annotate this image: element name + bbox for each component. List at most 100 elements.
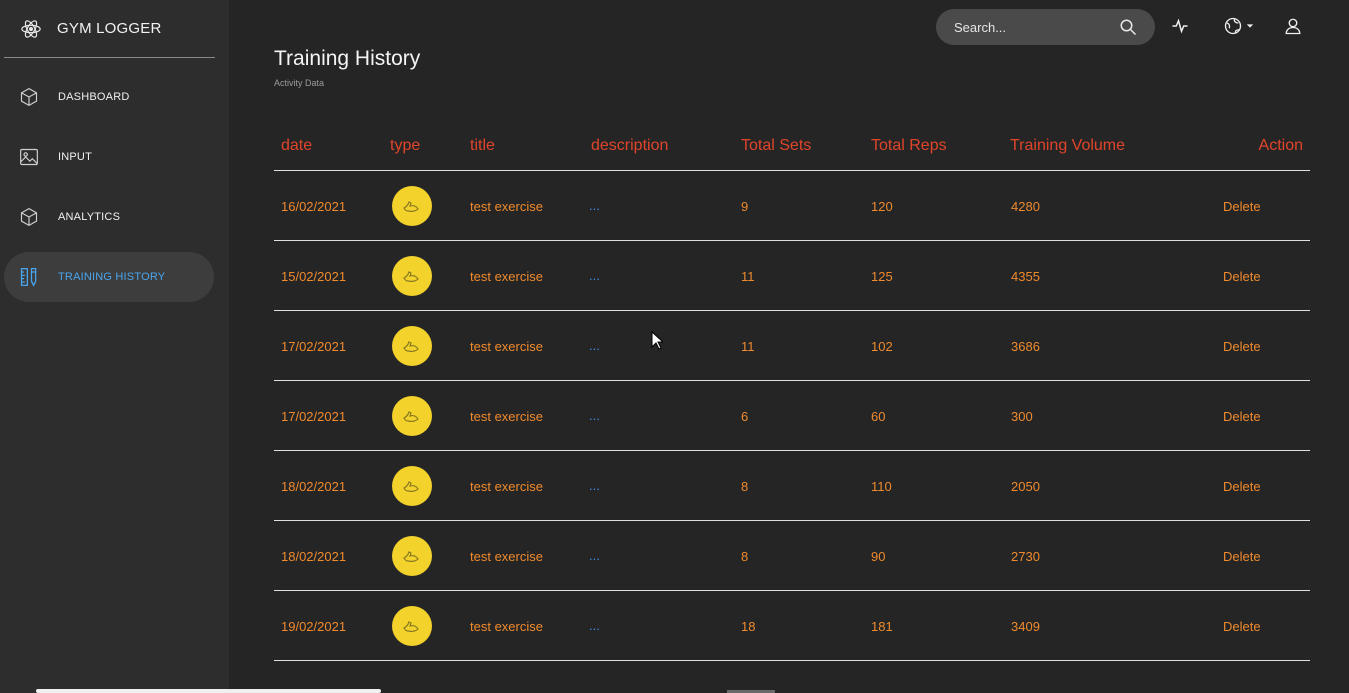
column-header-training-volume[interactable]: Training Volume <box>1010 137 1125 155</box>
table-header: date type title description Total Sets T… <box>274 120 1310 171</box>
image-icon <box>18 146 40 168</box>
cell-training-volume: 3409 <box>1011 619 1040 634</box>
table-row: 16/02/2021 test exercise... 9 120 4280 Delete <box>274 171 1310 241</box>
delete-button[interactable]: Delete <box>1223 199 1261 214</box>
activity-icon[interactable] <box>1170 16 1190 36</box>
cell-total-sets: 18 <box>741 619 756 634</box>
delete-button[interactable]: Delete <box>1223 409 1261 424</box>
cell-total-sets: 8 <box>741 549 749 564</box>
cell-training-volume: 2050 <box>1011 479 1040 494</box>
cell-title: test exercise <box>470 199 543 214</box>
table-body: 16/02/2021 test exercise... 9 120 4280 Delete… <box>274 171 1310 661</box>
cell-training-volume: 2730 <box>1011 549 1040 564</box>
cell-total-sets: 11 <box>741 269 755 284</box>
flexed-arm-icon <box>392 186 432 226</box>
cell-date: 17/02/2021 <box>281 409 347 424</box>
page-title: Training History <box>274 47 421 70</box>
cell-description[interactable]: ... <box>589 548 600 563</box>
cube-icon <box>18 86 40 108</box>
flexed-arm-icon <box>392 536 432 576</box>
column-header-title[interactable]: title <box>470 137 495 155</box>
cell-date: 19/02/2021 <box>281 619 347 634</box>
cell-training-volume: 3686 <box>1011 339 1040 354</box>
delete-button[interactable]: Delete <box>1223 339 1261 354</box>
sidebar-item-input[interactable]: INPUT <box>4 132 214 182</box>
cell-description[interactable]: ... <box>589 198 600 213</box>
column-header-total-reps[interactable]: Total Reps <box>871 137 947 155</box>
cell-description[interactable]: ... <box>589 338 600 353</box>
sidebar-item-analytics[interactable]: ANALYTICS <box>4 192 214 242</box>
cell-total-reps: 110 <box>871 479 892 494</box>
sidebar-item-label: DASHBOARD <box>58 91 130 103</box>
table-row: 18/02/2021 test exercise... 8 90 2730 Delete <box>274 521 1310 591</box>
cell-training-volume: 4280 <box>1011 199 1040 214</box>
cell-total-sets: 9 <box>741 199 749 214</box>
cell-total-sets: 6 <box>741 409 749 424</box>
cell-date: 18/02/2021 <box>281 479 347 494</box>
cube-icon <box>18 206 40 228</box>
sidebar: GYM LOGGER DASHBOARD INPUT ANALYTICS TRA… <box>0 0 229 693</box>
table-row: 15/02/2021 test exercise... 11 125 4355 Delet… <box>274 241 1310 311</box>
cell-title: test exercise <box>470 619 543 634</box>
flexed-arm-icon <box>392 466 432 506</box>
column-header-total-sets[interactable]: Total Sets <box>741 137 811 155</box>
horizontal-scrollbar[interactable] <box>36 689 381 693</box>
mouse-cursor-icon <box>651 331 663 350</box>
delete-button[interactable]: Delete <box>1223 619 1261 634</box>
caret-down-icon <box>1246 24 1254 28</box>
sidebar-nav: DASHBOARD INPUT ANALYTICS TRAINING HISTO… <box>0 72 229 302</box>
column-header-action: Action <box>1258 137 1303 154</box>
search-box[interactable] <box>936 9 1155 45</box>
cell-date: 15/02/2021 <box>281 269 347 284</box>
page-subtitle: Activity Data <box>274 78 325 88</box>
cell-title: test exercise <box>470 269 543 284</box>
cell-title: test exercise <box>470 479 543 494</box>
training-history-table: date type title description Total Sets T… <box>274 120 1310 661</box>
search-input[interactable] <box>954 19 1104 35</box>
flexed-arm-icon <box>392 326 432 366</box>
user-icon[interactable] <box>1283 16 1303 36</box>
cell-total-sets: 11 <box>741 339 755 354</box>
cell-date: 16/02/2021 <box>281 199 347 214</box>
cell-total-reps: 102 <box>871 339 893 354</box>
brand-name: GYM LOGGER <box>57 20 162 37</box>
sidebar-item-label: INPUT <box>58 151 92 163</box>
cell-description[interactable]: ... <box>589 268 600 283</box>
cell-total-reps: 125 <box>871 269 893 284</box>
flexed-arm-icon <box>392 256 432 296</box>
table-row: 17/02/2021 test exercise... 6 60 300 Delete <box>274 381 1310 451</box>
cell-total-reps: 60 <box>871 409 886 424</box>
delete-button[interactable]: Delete <box>1223 479 1261 494</box>
cell-total-reps: 120 <box>871 199 893 214</box>
sidebar-item-label: TRAINING HISTORY <box>58 271 166 283</box>
cell-total-reps: 90 <box>871 549 886 564</box>
cell-title: test exercise <box>470 409 543 424</box>
globe-icon <box>1224 17 1242 35</box>
column-header-description[interactable]: description <box>591 137 668 155</box>
cell-date: 17/02/2021 <box>281 339 347 354</box>
sidebar-item-training-history[interactable]: TRAINING HISTORY <box>4 252 214 302</box>
delete-button[interactable]: Delete <box>1223 549 1261 564</box>
table-row: 17/02/2021 test exercise... 11 102 3686 Delet… <box>274 311 1310 381</box>
ruler-pencil-icon <box>18 266 40 288</box>
flexed-arm-icon <box>392 396 432 436</box>
cell-training-volume: 4355 <box>1011 269 1040 284</box>
table-row: 19/02/2021 test exercise... 18 181 3409 Delet… <box>274 591 1310 661</box>
column-header-type[interactable]: type <box>390 137 420 155</box>
cell-date: 18/02/2021 <box>281 549 347 564</box>
column-header-date[interactable]: date <box>281 137 312 155</box>
table-row: 18/02/2021 test exercise... 8 110 2050 Delete <box>274 451 1310 521</box>
language-dropdown[interactable] <box>1222 16 1256 36</box>
cell-description[interactable]: ... <box>589 408 600 423</box>
cell-total-reps: 181 <box>871 619 893 634</box>
cell-title: test exercise <box>470 339 543 354</box>
cell-total-sets: 8 <box>741 479 749 494</box>
brand[interactable]: GYM LOGGER <box>4 0 215 58</box>
sidebar-item-label: ANALYTICS <box>58 211 121 223</box>
sidebar-item-dashboard[interactable]: DASHBOARD <box>4 72 214 122</box>
search-icon[interactable] <box>1119 18 1137 36</box>
cell-description[interactable]: ... <box>589 618 600 633</box>
cell-title: test exercise <box>470 549 543 564</box>
cell-description[interactable]: ... <box>589 478 600 493</box>
delete-button[interactable]: Delete <box>1223 269 1261 284</box>
